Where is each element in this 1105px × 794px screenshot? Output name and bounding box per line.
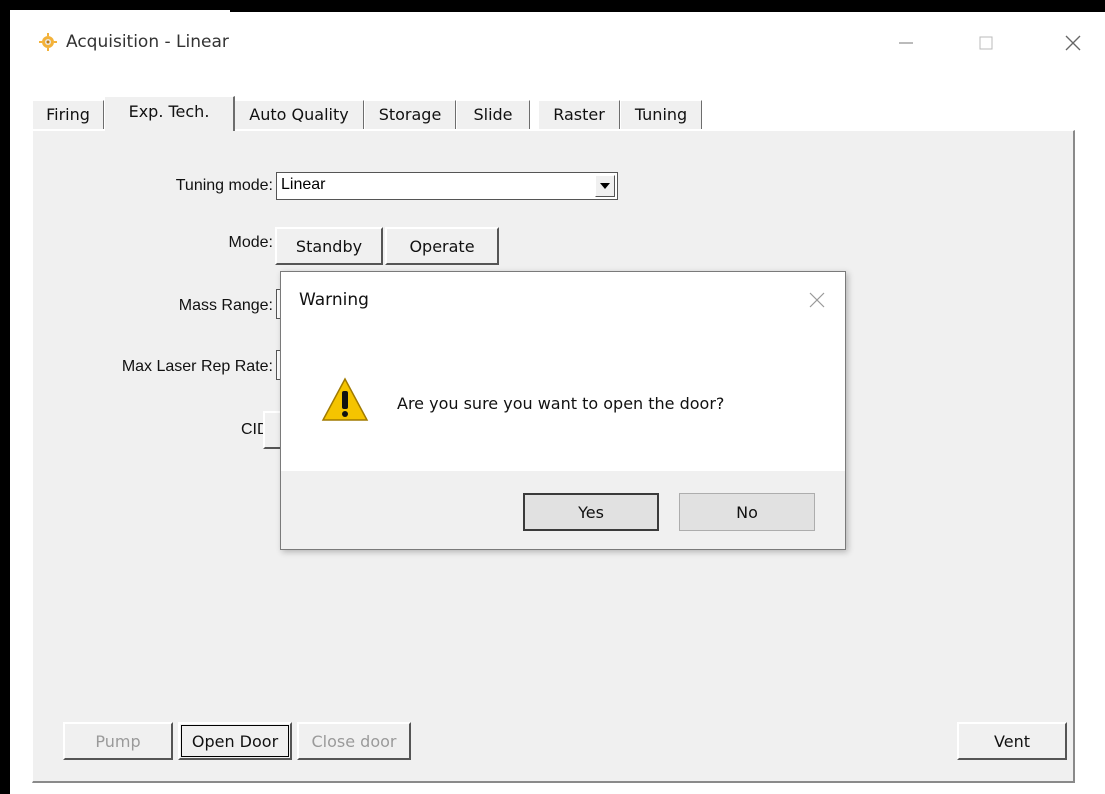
app-icon — [38, 32, 58, 52]
minimize-icon — [899, 42, 913, 44]
title-bar: Acquisition - Linear — [10, 12, 1105, 74]
open-door-button[interactable]: Open Door — [178, 722, 292, 760]
no-button[interactable]: No — [679, 493, 815, 531]
tab-slide[interactable]: Slide — [456, 100, 530, 129]
max-laser-rep-rate-label: Max Laser Rep Rate: — [121, 358, 273, 375]
mode-label: Mode: — [228, 234, 273, 251]
window-title: Acquisition - Linear — [66, 32, 229, 52]
operate-button[interactable]: Operate — [385, 227, 499, 265]
close-button[interactable] — [1050, 26, 1096, 60]
tab-storage[interactable]: Storage — [364, 100, 456, 129]
tab-tuning[interactable]: Tuning — [620, 100, 702, 129]
dialog-message: Are you sure you want to open the door? — [397, 394, 725, 413]
maximize-icon — [979, 36, 993, 50]
tab-exp-tech[interactable]: Exp. Tech. — [104, 96, 235, 131]
chevron-down-icon[interactable] — [595, 175, 615, 197]
mass-range-label: Mass Range: — [178, 297, 273, 314]
tuning-mode-label: Tuning mode: — [175, 177, 273, 194]
pump-button[interactable]: Pump — [63, 722, 173, 760]
dialog-title: Warning — [299, 290, 369, 310]
dialog-footer: Yes No — [281, 471, 845, 549]
warning-dialog: Warning Are you sure you want to open th… — [280, 271, 846, 550]
tuning-mode-select[interactable]: Linear — [276, 172, 618, 200]
vent-button[interactable]: Vent — [957, 722, 1067, 760]
tab-firing[interactable]: Firing — [32, 100, 104, 129]
screen-edge — [0, 0, 240, 10]
screen-edge — [230, 0, 1105, 12]
minimize-button[interactable] — [883, 26, 929, 60]
warning-icon — [321, 376, 369, 424]
tab-auto-quality[interactable]: Auto Quality — [234, 100, 364, 129]
tab-raster[interactable]: Raster — [538, 100, 620, 129]
close-icon[interactable] — [807, 290, 827, 310]
yes-button[interactable]: Yes — [523, 493, 659, 531]
screen-edge — [0, 10, 10, 794]
close-icon — [1065, 35, 1081, 51]
tuning-mode-value: Linear — [281, 176, 326, 193]
standby-button[interactable]: Standby — [275, 227, 383, 265]
maximize-button[interactable] — [963, 26, 1009, 60]
close-door-button[interactable]: Close door — [297, 722, 411, 760]
